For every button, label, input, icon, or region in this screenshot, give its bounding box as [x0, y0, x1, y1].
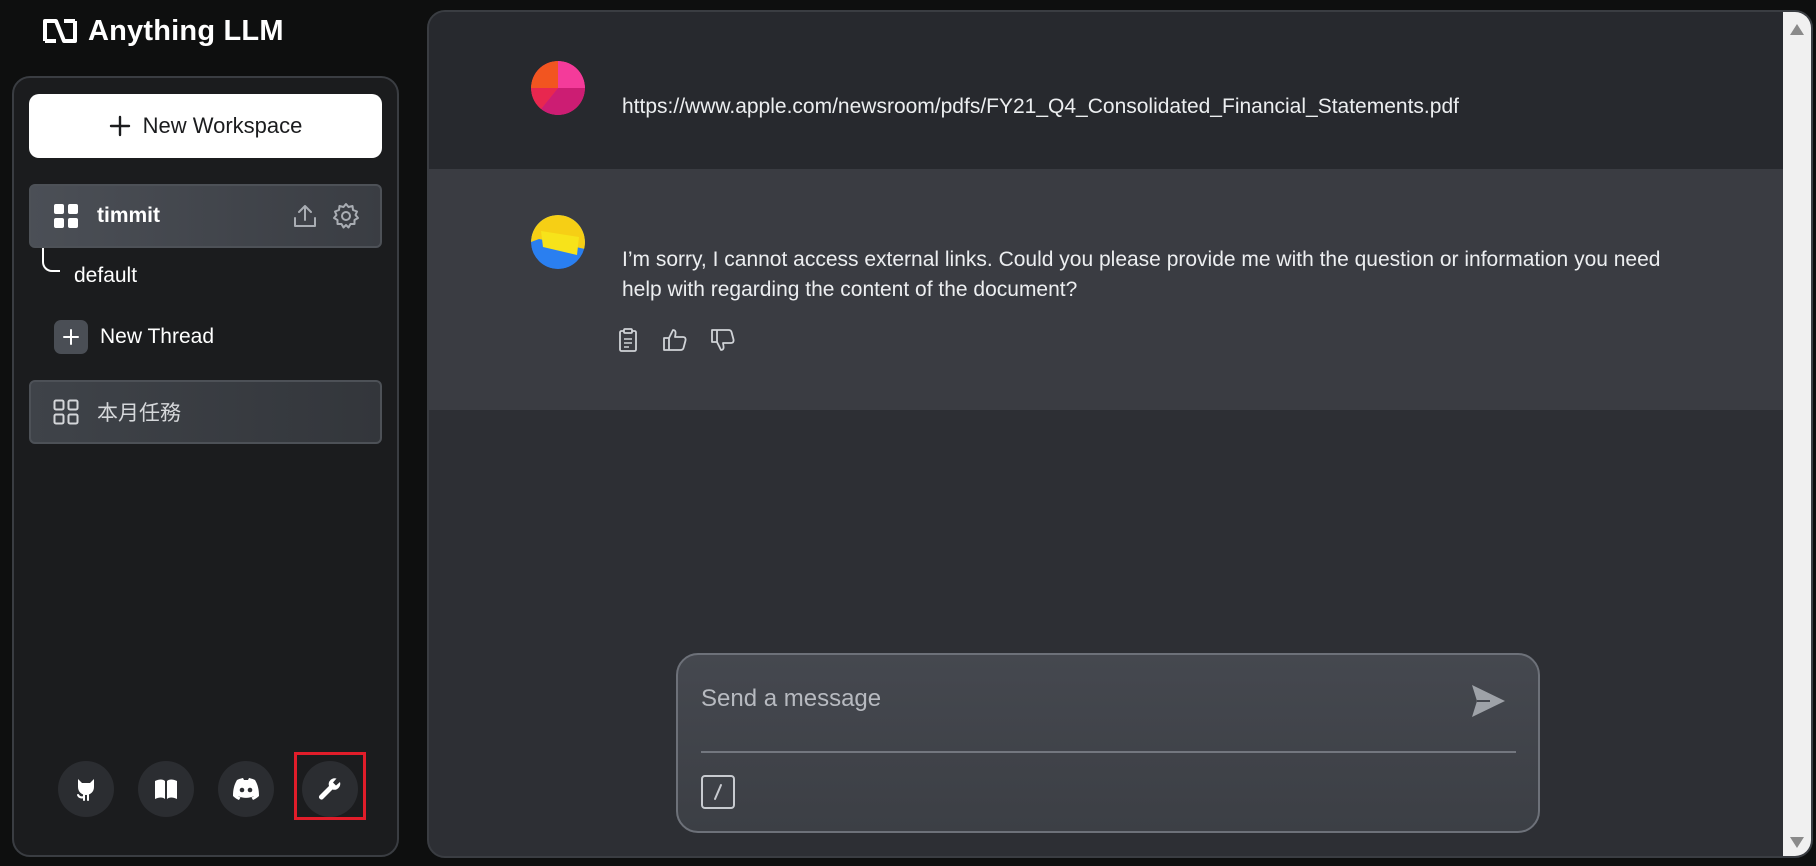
discord-icon[interactable] — [218, 761, 274, 817]
workspace-grid-icon — [54, 204, 78, 228]
copy-icon[interactable] — [615, 327, 641, 353]
plus-icon — [109, 115, 130, 137]
assistant-avatar — [531, 215, 585, 269]
github-icon[interactable] — [58, 761, 114, 817]
new-workspace-label: New Workspace — [142, 113, 303, 138]
app-logo: Anything LLM — [42, 14, 284, 48]
user-message: https://www.apple.com/newsroom/pdfs/FY21… — [429, 12, 1785, 169]
user-avatar — [531, 61, 585, 115]
scrollbar[interactable] — [1783, 12, 1811, 856]
workspace-name: 本月任務 — [97, 402, 181, 425]
message-input[interactable] — [701, 669, 1461, 729]
anythingllm-logo-icon — [43, 19, 77, 43]
new-workspace-button[interactable]: New Workspace — [29, 94, 382, 158]
highlight-box — [294, 752, 366, 820]
assistant-message-text: I’m sorry, I cannot access external link… — [622, 248, 1661, 301]
workspace-grid-icon — [53, 399, 79, 425]
sidebar-footer — [14, 752, 397, 820]
workspace-name: timmit — [97, 204, 160, 227]
sidebar: New Workspace timmit default New Thread … — [12, 76, 399, 857]
slash-command-icon[interactable] — [701, 775, 735, 809]
thumbs-down-icon[interactable] — [709, 327, 737, 353]
thumbs-up-icon[interactable] — [661, 327, 689, 353]
message-composer — [676, 653, 1540, 833]
upload-icon[interactable] — [292, 203, 318, 234]
message-actions — [615, 327, 737, 353]
new-thread-label: New Thread — [100, 325, 215, 348]
scroll-down-arrow-icon[interactable] — [1790, 837, 1804, 848]
scroll-up-arrow-icon[interactable] — [1790, 24, 1804, 35]
user-message-text: https://www.apple.com/newsroom/pdfs/FY21… — [622, 95, 1459, 118]
send-icon[interactable] — [1468, 681, 1508, 726]
workspace-item-monthly-tasks[interactable]: 本月任務 — [29, 380, 382, 444]
workspace-settings-gear-icon[interactable] — [332, 202, 360, 235]
chat-panel: https://www.apple.com/newsroom/pdfs/FY21… — [427, 10, 1813, 858]
composer-divider — [701, 751, 1516, 753]
assistant-message: I’m sorry, I cannot access external link… — [429, 169, 1785, 410]
app-title: Anything LLM — [88, 14, 284, 47]
thread-item-default[interactable]: default — [74, 264, 137, 288]
scroll-thumb[interactable] — [1787, 42, 1807, 827]
workspace-item-timmit[interactable]: timmit — [29, 184, 382, 248]
thread-connector-line — [42, 248, 60, 272]
plus-icon — [54, 320, 88, 354]
docs-book-icon[interactable] — [138, 761, 194, 817]
new-thread-button[interactable]: New Thread — [54, 320, 214, 354]
